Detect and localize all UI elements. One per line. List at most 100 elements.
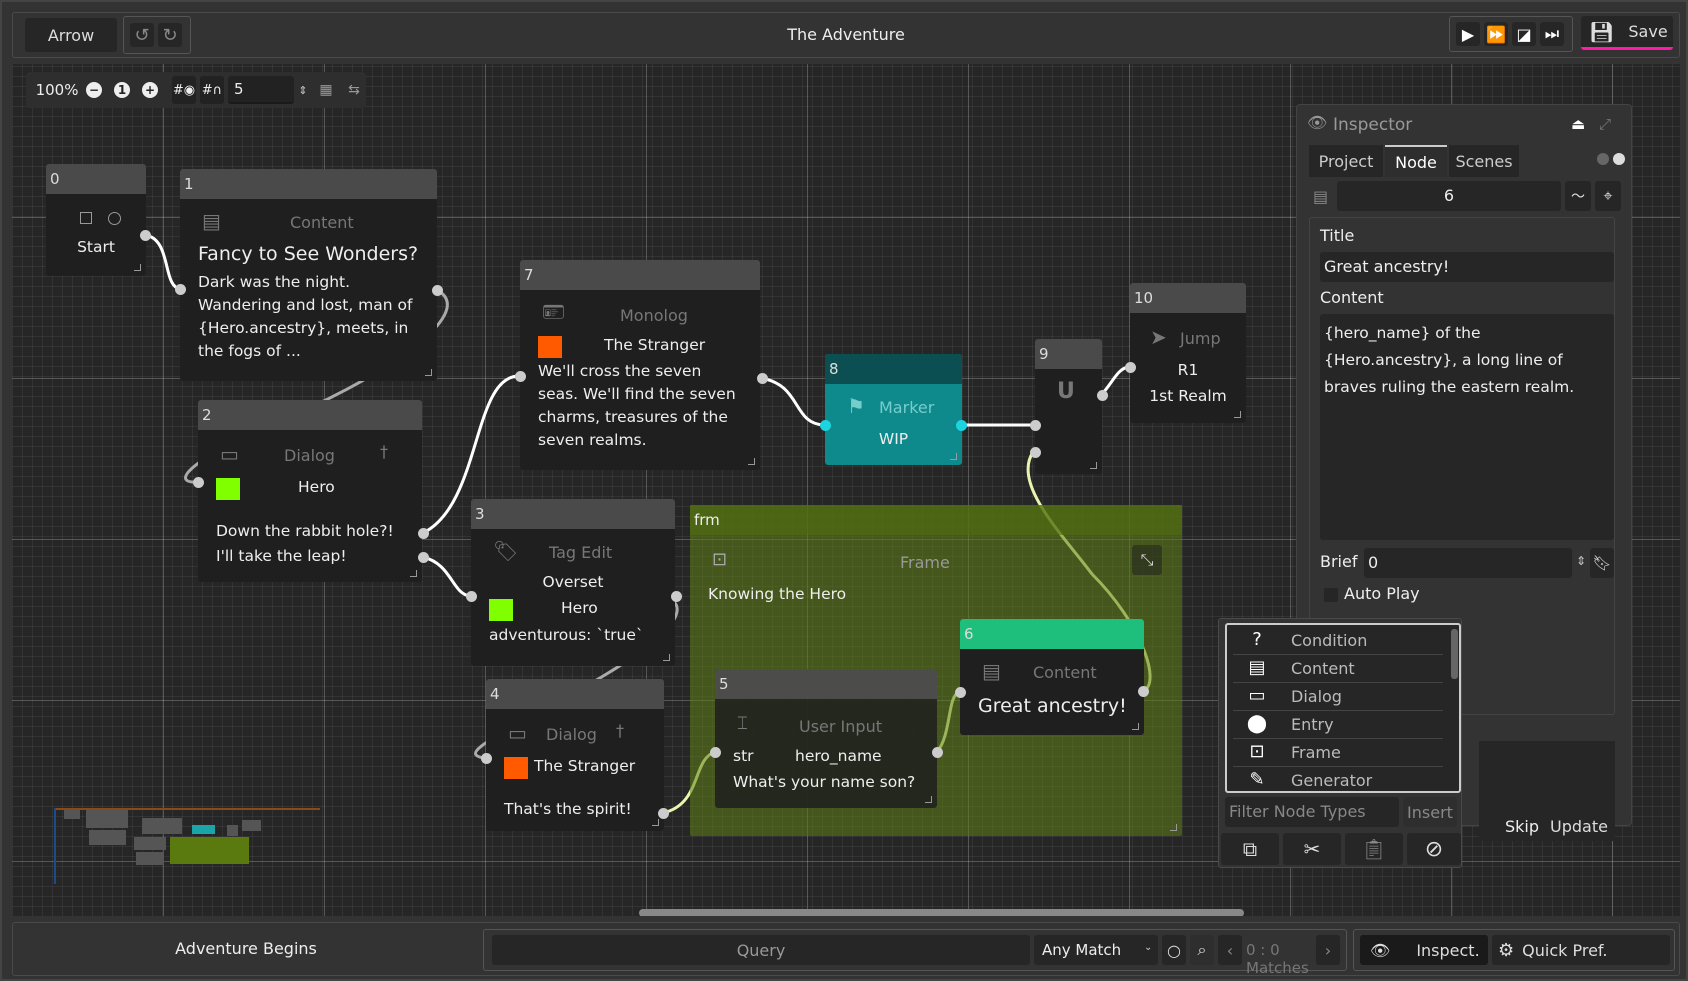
prev-tab-icon[interactable] bbox=[1597, 153, 1609, 165]
output-slot[interactable] bbox=[418, 552, 429, 563]
auto-play-label: Auto Play bbox=[1344, 584, 1420, 603]
resize-handle[interactable] bbox=[950, 453, 957, 460]
node-id: 5 bbox=[715, 669, 937, 699]
search-icon[interactable]: ⌕ bbox=[1190, 935, 1214, 965]
input-slot[interactable] bbox=[481, 753, 492, 764]
next-tab-icon[interactable] bbox=[1613, 153, 1625, 165]
resize-handle[interactable] bbox=[652, 819, 659, 826]
output-slot[interactable] bbox=[658, 808, 669, 819]
pulse-icon[interactable]: 〜 bbox=[1565, 181, 1591, 211]
crosshair-icon[interactable]: ⌖ bbox=[1595, 181, 1621, 211]
copy-icon[interactable]: ⧉ bbox=[1221, 833, 1279, 865]
resize-handle[interactable] bbox=[1234, 411, 1241, 418]
output-slot[interactable] bbox=[418, 528, 429, 539]
node-type-item[interactable]: ▤ Content bbox=[1233, 655, 1443, 683]
node-user-input[interactable]: 5 ⌶ User Input str hero_name What's your… bbox=[715, 669, 937, 808]
tab-project[interactable]: Project bbox=[1309, 145, 1383, 177]
input-slot[interactable] bbox=[1030, 420, 1041, 431]
node-jump[interactable]: 10 ➤ Jump R1 1st Realm bbox=[1130, 283, 1246, 423]
clipboard-icon[interactable]: 📋︎ bbox=[1345, 833, 1403, 865]
node-start[interactable]: 0 Start bbox=[46, 164, 146, 276]
query-input[interactable]: Query bbox=[492, 935, 1030, 965]
output-slot[interactable] bbox=[1138, 686, 1149, 697]
node-type-item[interactable]: ✎ Generator bbox=[1233, 767, 1443, 791]
output-slot[interactable] bbox=[932, 747, 943, 758]
node-content[interactable]: 1 ▤ Content Fancy to See Wonders? Dark w… bbox=[180, 169, 437, 381]
expand-icon[interactable]: ⤢ bbox=[1599, 115, 1611, 133]
node-monolog[interactable]: 7 🪪︎ Monolog The Stranger We'll cross th… bbox=[520, 260, 760, 470]
brief-spinner-icon[interactable]: ⇕ bbox=[1576, 554, 1586, 568]
node-id-field[interactable]: 6 bbox=[1337, 181, 1561, 211]
input-slot[interactable] bbox=[175, 284, 186, 295]
input-slot[interactable] bbox=[515, 371, 526, 382]
tab-node[interactable]: Node bbox=[1385, 145, 1447, 177]
list-scrollbar[interactable] bbox=[1451, 629, 1458, 679]
node-dialog[interactable]: 4 ▭ Dialog † The Stranger That's the spi… bbox=[486, 679, 664, 831]
resize-handle[interactable] bbox=[1170, 824, 1177, 831]
node-types-list[interactable]: ? Condition ▤ Content ▭ Dialog ⬤ Entry ⊡ Fram… bbox=[1225, 623, 1461, 793]
resize-handle[interactable] bbox=[410, 570, 417, 577]
output-slot[interactable] bbox=[671, 591, 682, 602]
resize-handle[interactable] bbox=[1090, 462, 1097, 469]
node-type-item[interactable]: ▭ Dialog bbox=[1233, 683, 1443, 711]
scissors-icon[interactable]: ✂ bbox=[1283, 833, 1341, 865]
node-dialog[interactable]: 2 ▭ Dialog † Hero Down the rabbit hole?!… bbox=[198, 400, 422, 582]
dock-icon[interactable]: ⏏ bbox=[1571, 115, 1585, 133]
input-slot[interactable] bbox=[193, 477, 204, 488]
node-type-item[interactable]: ⬤ Entry bbox=[1233, 711, 1443, 739]
update-button[interactable]: Update bbox=[1547, 811, 1611, 841]
skip-to-end-icon[interactable]: ⏭ bbox=[1540, 22, 1564, 46]
forbidden-icon[interactable]: ⊘ bbox=[1407, 833, 1461, 865]
save-button[interactable]: 💾︎ Save bbox=[1581, 16, 1673, 50]
node-type: Marker bbox=[879, 398, 935, 417]
next-match-icon[interactable]: › bbox=[1316, 935, 1340, 965]
fast-forward-icon[interactable]: ⏩ bbox=[1484, 22, 1508, 46]
node-marker[interactable]: 8 ⚑ Marker WIP bbox=[825, 354, 962, 465]
output-slot[interactable] bbox=[432, 285, 443, 296]
prev-match-icon[interactable]: ‹ bbox=[1218, 935, 1242, 965]
node-hub[interactable]: 9 U bbox=[1035, 339, 1102, 474]
input-slot[interactable] bbox=[1125, 362, 1136, 373]
inspect-button[interactable]: 👁︎ Inspect. bbox=[1360, 935, 1488, 965]
node-type-item[interactable]: ? Condition bbox=[1233, 627, 1443, 655]
regex-toggle-icon[interactable]: ○ bbox=[1162, 935, 1186, 965]
horizontal-scrollbar[interactable] bbox=[639, 909, 1244, 916]
title-input[interactable]: Great ancestry! bbox=[1320, 252, 1614, 282]
skip-checkbox[interactable] bbox=[1487, 821, 1501, 835]
input-slot[interactable] bbox=[466, 591, 477, 602]
node-type-item[interactable]: ⊡ Frame bbox=[1233, 739, 1443, 767]
output-slot[interactable] bbox=[956, 420, 967, 431]
frame-header[interactable]: frm bbox=[690, 505, 1182, 535]
node-tag-edit[interactable]: 3 🏷︎ Tag Edit Overset Hero adventurous: … bbox=[471, 499, 675, 666]
match-mode-select[interactable]: Any Match bbox=[1034, 935, 1158, 965]
content-textarea[interactable]: {hero_name} of the {Hero.ancestry}, a lo… bbox=[1320, 314, 1614, 540]
resize-handle[interactable] bbox=[663, 654, 670, 661]
output-slot[interactable] bbox=[1097, 390, 1108, 401]
node-type: Tag Edit bbox=[549, 543, 613, 562]
output-slot[interactable] bbox=[757, 373, 768, 384]
body-line: seven realms. bbox=[538, 431, 647, 449]
play-from-icon[interactable]: ◪ bbox=[1512, 22, 1536, 46]
bookmark-icon[interactable]: 🔖︎ bbox=[1590, 548, 1614, 578]
resize-handle[interactable] bbox=[425, 369, 432, 376]
output-slot[interactable] bbox=[140, 230, 151, 241]
play-icon[interactable]: ▶ bbox=[1456, 22, 1480, 46]
minimap[interactable] bbox=[46, 808, 322, 888]
input-slot[interactable] bbox=[710, 747, 721, 758]
node-content-selected[interactable]: 6 ▤ Content Great ancestry! bbox=[960, 619, 1144, 735]
resize-handle[interactable] bbox=[748, 458, 755, 465]
input-slot[interactable] bbox=[1030, 447, 1041, 458]
character-color-swatch bbox=[489, 599, 513, 621]
collapse-icon[interactable]: ⤡ bbox=[1132, 545, 1162, 575]
brief-input[interactable]: 0 bbox=[1364, 548, 1572, 578]
resize-handle[interactable] bbox=[1132, 723, 1139, 730]
insert-button[interactable]: Insert bbox=[1403, 797, 1457, 827]
quick-pref-button[interactable]: ⚙ Quick Pref. bbox=[1492, 935, 1670, 965]
filter-node-types-input[interactable]: Filter Node Types bbox=[1225, 797, 1399, 827]
auto-play-checkbox[interactable] bbox=[1324, 588, 1338, 602]
tab-scenes[interactable]: Scenes bbox=[1449, 145, 1519, 177]
resize-handle[interactable] bbox=[134, 264, 141, 271]
input-slot[interactable] bbox=[955, 687, 966, 698]
input-slot[interactable] bbox=[820, 420, 831, 431]
resize-handle[interactable] bbox=[925, 796, 932, 803]
